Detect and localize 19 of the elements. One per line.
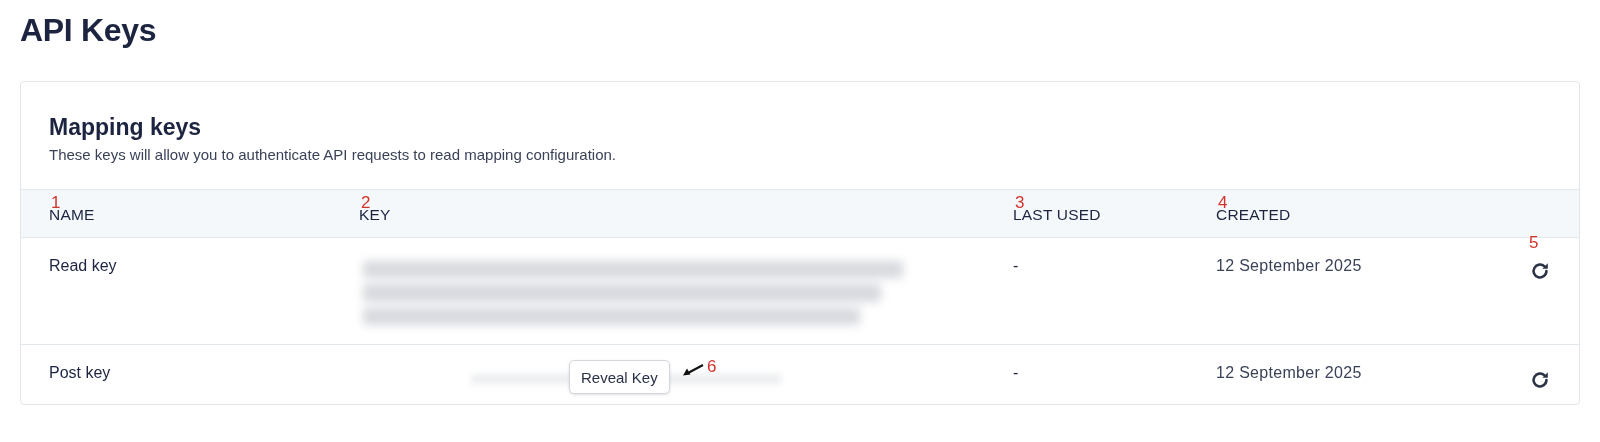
annotation-number: 2 (361, 194, 371, 211)
table-cell: 12 September 2025 (1216, 364, 1362, 381)
refresh-icon[interactable] (1529, 260, 1551, 282)
annotation-number: 4 (1218, 194, 1228, 211)
reveal-key-button[interactable]: Reveal Key (569, 360, 670, 394)
table-cell: 12 September 2025 (1216, 257, 1362, 274)
table-cell: Read key (49, 257, 117, 274)
refresh-icon[interactable] (1529, 369, 1551, 391)
annotation-number: 5 (1529, 234, 1539, 251)
annotation-arrow (681, 363, 705, 377)
card-title: Mapping keys (49, 113, 203, 142)
annotation-number: 1 (51, 194, 61, 211)
annotation-number: 3 (1015, 194, 1025, 211)
page-title: API Keys (20, 11, 158, 50)
table-cell: Post key (49, 364, 111, 381)
card-description: These keys will allow you to authenticate API requests to read mapping configuration. (49, 146, 617, 163)
table-cell: - (1013, 257, 1019, 274)
annotation-number: 6 (707, 358, 717, 375)
table-cell: - (1013, 364, 1019, 381)
